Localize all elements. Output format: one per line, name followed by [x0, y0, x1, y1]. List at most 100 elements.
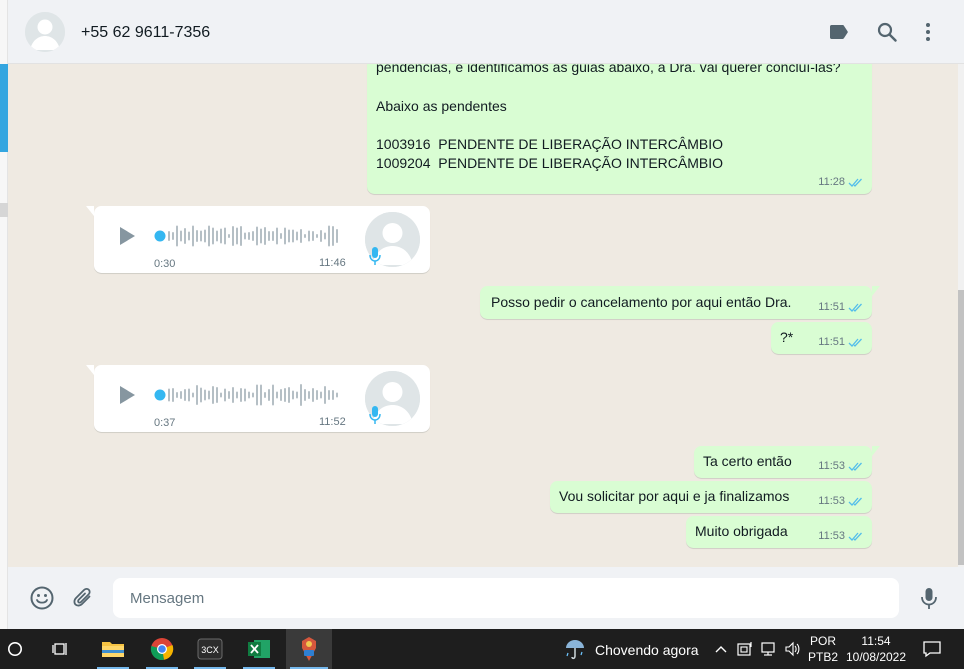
waveform-bar	[232, 226, 234, 246]
ethernet-icon[interactable]	[757, 629, 781, 669]
message-time: 11:53	[818, 495, 845, 507]
excel-icon[interactable]	[239, 629, 279, 669]
message-bubble-outgoing[interactable]: Muito obrigada 11:53	[686, 516, 872, 548]
play-icon[interactable]	[114, 383, 138, 407]
input-language[interactable]: POR PTB2	[808, 633, 838, 665]
waveform-bar	[280, 233, 282, 239]
read-ticks-icon	[848, 178, 862, 187]
waveform-bar	[336, 229, 338, 243]
waveform-bar	[300, 229, 302, 243]
audio-duration: 0:37	[154, 417, 176, 429]
message-bubble-outgoing[interactable]: Posso pedir o cancelamento por aqui entã…	[480, 286, 880, 319]
message-text: Abaixo as pendentes	[376, 98, 507, 114]
attach-icon[interactable]	[70, 585, 96, 611]
waveform-bar	[296, 391, 298, 399]
waveform-bar	[252, 231, 254, 241]
audio-message-incoming[interactable]: 0:37 11:52	[86, 365, 430, 432]
keyboard-layout: PTB2	[808, 650, 839, 664]
waveform-bar	[264, 392, 266, 398]
search-icon[interactable]	[875, 20, 899, 44]
waveform-bar	[296, 231, 298, 241]
microphone-icon[interactable]	[916, 585, 942, 611]
read-ticks-icon	[848, 532, 862, 541]
message-bubble-outgoing[interactable]: pendências, e identificamos as guias aba…	[367, 64, 872, 194]
start-button[interactable]	[0, 629, 30, 669]
waveform-bar	[228, 234, 230, 238]
message-meta: 11:51	[818, 336, 864, 348]
volume-icon[interactable]	[782, 629, 804, 669]
waveform-bar	[168, 231, 170, 241]
waveform-bar	[328, 390, 330, 400]
waveform-bar	[280, 389, 282, 401]
message-bubble-outgoing[interactable]: Ta certo então 11:53	[694, 446, 880, 478]
waveform-bar	[264, 227, 266, 245]
chevron-up-icon[interactable]	[711, 629, 731, 669]
microphone-icon	[368, 405, 382, 425]
scrollbar[interactable]	[958, 64, 964, 567]
contact-name[interactable]: +55 62 9611-7356	[81, 24, 210, 42]
message-meta: 11:51	[818, 301, 864, 313]
more-options-icon[interactable]	[916, 20, 940, 44]
waveform-bar	[220, 392, 222, 398]
scrollbar-thumb[interactable]	[958, 290, 964, 565]
audio-progress-knob[interactable]	[154, 230, 166, 242]
weather-rain-icon[interactable]	[561, 629, 589, 669]
waveform-bar	[288, 229, 290, 243]
weather-status[interactable]: Chovendo agora	[595, 642, 699, 658]
network-status-icon[interactable]	[734, 629, 756, 669]
notifications-icon[interactable]	[917, 629, 947, 669]
waveform-bar	[272, 231, 274, 241]
message-text: 1003916 PENDENTE DE LIBERAÇÃO INTERCÂMBI…	[376, 136, 723, 152]
message-text: Ta certo então	[703, 453, 792, 469]
waveform-bar	[212, 386, 214, 404]
audio-waveform[interactable]	[154, 222, 340, 250]
read-ticks-icon	[848, 338, 862, 347]
contact-avatar[interactable]	[25, 12, 65, 52]
waveform-bar	[328, 225, 330, 247]
message-composer	[8, 567, 964, 629]
waveform-bar	[260, 228, 262, 244]
waveform-bar	[276, 227, 278, 245]
message-list[interactable]: pendências, e identificamos as guias aba…	[8, 64, 958, 567]
audio-progress-knob[interactable]	[154, 389, 166, 401]
waveform-bar	[184, 228, 186, 244]
waveform-bar	[320, 230, 322, 242]
waveform-bar	[228, 391, 230, 399]
waveform-bar	[312, 388, 314, 402]
message-text: Vou solicitar por aqui e ja finalizamos	[559, 488, 790, 504]
message-bubble-outgoing[interactable]: ?* 11:51	[771, 322, 872, 354]
waveform-bar	[248, 232, 250, 240]
message-input[interactable]	[113, 578, 899, 618]
message-text: Muito obrigada	[695, 523, 788, 539]
3cx-icon[interactable]: 3CX	[190, 629, 230, 669]
message-bubble-outgoing[interactable]: Vou solicitar por aqui e ja finalizamos …	[550, 481, 872, 513]
message-meta: 11:53	[818, 460, 864, 472]
waveform-bar	[308, 230, 310, 242]
waveform-bar	[216, 230, 218, 242]
task-view-icon[interactable]	[44, 629, 78, 669]
system-clock[interactable]: 11:54 10/08/2022	[843, 633, 909, 665]
waveform-bar	[200, 230, 202, 242]
active-app-icon[interactable]	[286, 629, 332, 669]
waveform-bar	[332, 226, 334, 246]
emoji-icon[interactable]	[29, 585, 55, 611]
side-panel-highlight	[0, 64, 8, 152]
file-explorer-icon[interactable]	[93, 629, 133, 669]
message-text: ?*	[780, 329, 794, 345]
label-icon[interactable]	[827, 20, 851, 44]
waveform-bar	[236, 391, 238, 399]
waveform-bar	[252, 392, 254, 398]
message-meta: 11:53	[818, 495, 864, 507]
bubble-tail	[86, 365, 94, 375]
waveform-bar	[308, 391, 310, 399]
waveform-bar	[324, 232, 326, 240]
chrome-icon[interactable]	[142, 629, 182, 669]
waveform-bar	[316, 390, 318, 400]
message-time: 11:46	[319, 257, 346, 269]
audio-message-incoming[interactable]: 0:30 11:46	[86, 206, 430, 273]
waveform-bar	[224, 388, 226, 402]
audio-waveform[interactable]	[154, 381, 340, 409]
waveform-bar	[208, 225, 210, 247]
play-icon[interactable]	[114, 224, 138, 248]
waveform-bar	[192, 225, 194, 247]
